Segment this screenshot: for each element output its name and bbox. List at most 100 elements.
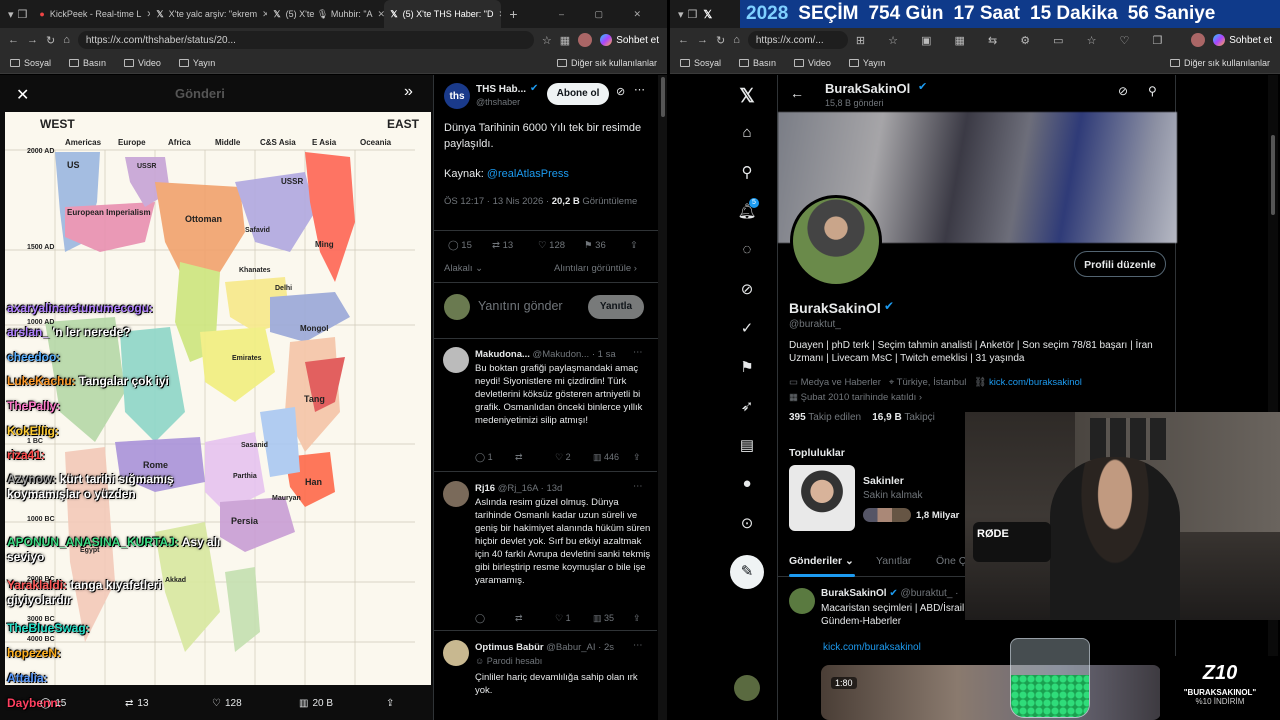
workspace-icon[interactable]: ❒: [688, 8, 698, 21]
like-action[interactable]: ♡ 128: [538, 240, 565, 251]
edit-profile-button[interactable]: Profili düzenle: [1074, 251, 1166, 277]
url-field[interactable]: https://x.com/thshaber/status/20...: [77, 31, 534, 49]
reload-icon[interactable]: ↻: [716, 34, 725, 47]
post-avatar[interactable]: [789, 588, 815, 614]
bookmark-basin[interactable]: Basın: [69, 58, 106, 68]
pinned-video[interactable]: 1:80: [821, 665, 1161, 720]
tab-ths-haber[interactable]: 𝕏(5) X'te THS Haber: "D✕: [384, 0, 502, 28]
close-icon[interactable]: ✕: [16, 85, 29, 105]
scrollbar-thumb[interactable]: [660, 77, 665, 117]
scrollbar[interactable]: [1268, 75, 1278, 720]
retweet-action[interactable]: ⇄ 13: [125, 698, 149, 709]
more-icon[interactable]: ⋯: [633, 480, 643, 493]
share-icon[interactable]: ⇪: [630, 240, 638, 251]
bookmark-other[interactable]: Diğer sık kullanılanlar: [556, 58, 657, 68]
extensions-icon[interactable]: ⊞ ☆ ▣ ▦ ⇆ ⚙ ▭ ☆ ♡ ❐: [856, 34, 1183, 47]
view-quotes-link[interactable]: Alıntıları görüntüle ›: [554, 263, 637, 274]
reply-icon[interactable]: ◯ 1: [475, 451, 493, 464]
back-icon[interactable]: ←: [8, 34, 19, 46]
messages-icon[interactable]: ◌: [737, 241, 757, 261]
retweet-icon[interactable]: ⇄: [515, 612, 523, 625]
retweet-icon[interactable]: ⇄: [515, 451, 523, 464]
reply-item[interactable]: Makudona... @Makudon... · 1 sa ⋯ Bu bokt…: [433, 339, 657, 472]
rocket-icon[interactable]: ➶: [737, 397, 757, 417]
reply-icon[interactable]: ◯: [475, 612, 485, 625]
profile-link[interactable]: kick.com/buraksakinol: [989, 377, 1082, 388]
favorite-icon[interactable]: ☆: [542, 34, 552, 47]
compose-button[interactable]: ✎: [730, 555, 764, 589]
forward-icon[interactable]: →: [27, 34, 38, 46]
lists-icon[interactable]: ▤: [737, 436, 757, 456]
back-icon[interactable]: ←: [678, 34, 689, 46]
share-icon[interactable]: ⇪: [633, 612, 641, 625]
profile-avatar[interactable]: [578, 33, 593, 47]
author-name[interactable]: THS Hab...: [476, 84, 526, 95]
tab-menu-icon[interactable]: ▾: [8, 8, 14, 21]
reply-action[interactable]: ◯ 15: [448, 240, 472, 251]
share-icon[interactable]: ⇪: [633, 451, 641, 464]
heart-icon[interactable]: ♡ 2: [555, 451, 571, 464]
search-icon[interactable]: ⚲: [737, 163, 757, 183]
x-logo-icon[interactable]: 𝕏: [737, 85, 757, 107]
notifications-icon[interactable]: 🔔︎ 5: [737, 198, 759, 222]
profile-avatar[interactable]: [790, 195, 882, 287]
home-icon[interactable]: ⌂: [737, 124, 757, 144]
reply-button[interactable]: Yanıtla: [588, 295, 644, 319]
copilot-button[interactable]: Sohbet et: [1213, 34, 1272, 46]
back-arrow-icon[interactable]: ←: [790, 85, 804, 101]
tab-posts[interactable]: Gönderiler ⌄: [789, 555, 854, 567]
bookmark-video[interactable]: Video: [794, 58, 831, 68]
new-tab-icon[interactable]: +: [509, 6, 517, 22]
expand-panel-icon[interactable]: »: [404, 83, 413, 101]
bookmark-action[interactable]: ⚑ 36: [584, 240, 606, 251]
profile-icon[interactable]: ●: [737, 475, 757, 495]
author-avatar[interactable]: ths: [444, 83, 470, 109]
copilot-button[interactable]: Sohbet et: [600, 34, 659, 46]
workspace-icon[interactable]: ❒: [18, 8, 28, 21]
source-link[interactable]: @realAtlasPress: [487, 168, 569, 180]
scrollbar-thumb[interactable]: [1271, 135, 1275, 215]
reply-input[interactable]: Yanıtını gönder: [478, 299, 563, 313]
home-icon[interactable]: ⌂: [63, 34, 70, 46]
tab-menu-icon[interactable]: ▾: [678, 8, 684, 21]
like-action[interactable]: ♡ 128: [212, 698, 242, 709]
heart-icon[interactable]: ♡ 1: [555, 612, 571, 625]
scrollbar[interactable]: [658, 75, 667, 720]
forward-icon[interactable]: →: [697, 34, 708, 46]
tab-replies[interactable]: Yanıtlar: [876, 555, 911, 567]
grok-icon[interactable]: ⊘: [1118, 84, 1128, 98]
reply-avatar[interactable]: [443, 347, 469, 373]
bookmark-yayin[interactable]: Yayın: [848, 58, 885, 68]
profile-avatar[interactable]: [1191, 33, 1206, 47]
bookmark-sosyal[interactable]: Sosyal: [680, 58, 721, 68]
share-icon[interactable]: ⇪: [386, 698, 394, 709]
reload-icon[interactable]: ↻: [46, 34, 55, 47]
following-link[interactable]: 395 Takip edilen: [789, 412, 861, 423]
grok-icon[interactable]: ⊘: [737, 280, 757, 300]
account-avatar[interactable]: [734, 675, 760, 701]
search-icon[interactable]: ⚲: [1148, 84, 1157, 98]
grok-icon[interactable]: ⊘: [616, 85, 625, 98]
url-field[interactable]: https://x.com/...: [747, 31, 848, 49]
reply-avatar[interactable]: [443, 481, 469, 507]
home-icon[interactable]: ⌂: [733, 34, 740, 46]
tab-muhbir[interactable]: 𝕏 (5) X'te 🎙 Muhbir: "A ✕: [267, 0, 384, 28]
more-icon[interactable]: ⋯: [634, 83, 645, 96]
reply-item[interactable]: Rj16 @Rj_16A · 13d ⋯ Aslında resim güzel…: [433, 473, 657, 631]
community-card[interactable]: Sakinler Sakin kalmak 1,8 Milyar: [789, 465, 969, 531]
more-circle-icon[interactable]: ⊙: [737, 514, 757, 534]
extensions-icon[interactable]: ▦: [560, 34, 570, 47]
bookmark-video[interactable]: Video: [124, 58, 161, 68]
chart-icon[interactable]: ▥ 35: [593, 612, 614, 625]
tab-highlights[interactable]: Öne Ç: [936, 555, 966, 567]
chart-icon[interactable]: ▥ 446: [593, 451, 619, 464]
bookmark-sosyal[interactable]: Sosyal: [10, 58, 51, 68]
tab-archive[interactable]: 𝕏 X'te yalc arşiv: "ekrem ✕: [150, 0, 267, 28]
bookmarks-icon[interactable]: ⚑: [737, 358, 757, 378]
more-icon[interactable]: ⋯: [633, 639, 643, 652]
author-handle[interactable]: @thshaber: [476, 97, 520, 107]
sort-relevant[interactable]: Alakalı ⌄: [444, 263, 483, 274]
bookmark-other[interactable]: Diğer sık kullanılanlar: [1169, 58, 1270, 68]
bookmark-basin[interactable]: Basın: [739, 58, 776, 68]
x-tab-icon[interactable]: 𝕏: [703, 8, 712, 21]
